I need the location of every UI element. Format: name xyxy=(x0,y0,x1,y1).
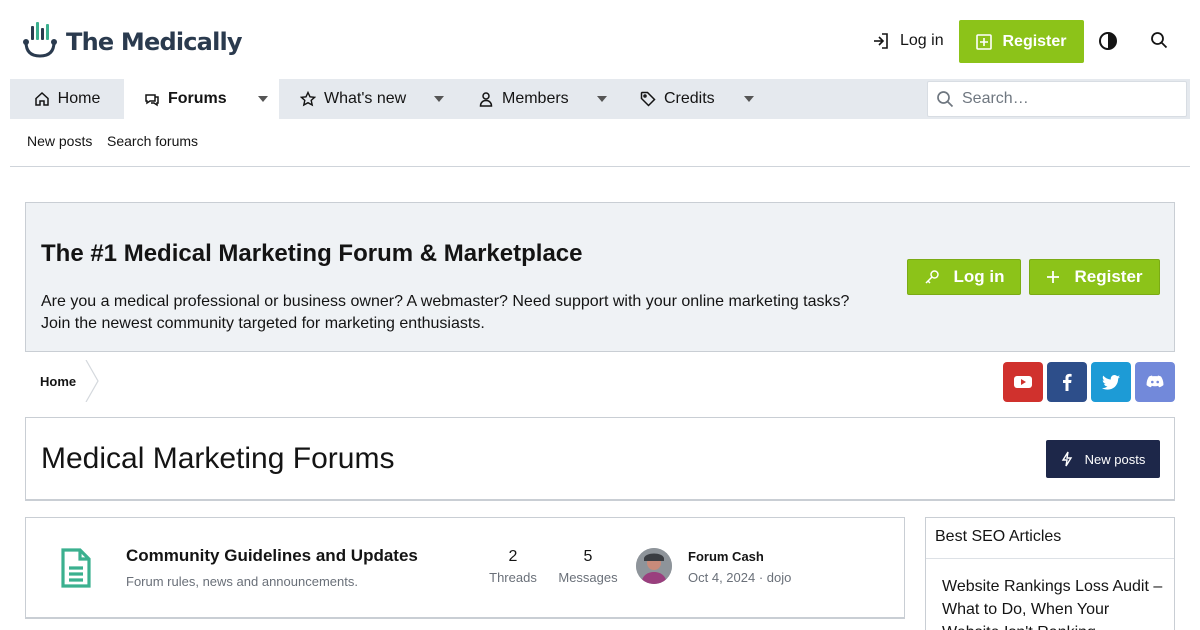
notice-text: Are you a medical professional or busine… xyxy=(41,293,850,332)
logo-stethoscope-icon xyxy=(23,22,57,58)
plus-icon xyxy=(1047,271,1060,283)
tag-icon xyxy=(640,91,656,107)
breadcrumb-home-link[interactable]: Home xyxy=(40,374,76,389)
login-icon xyxy=(874,33,888,49)
breadcrumb-chevron-icon xyxy=(85,360,99,402)
key-icon xyxy=(924,270,939,284)
nav-item-credits[interactable]: Credits xyxy=(640,79,715,119)
nav-search-box[interactable] xyxy=(927,81,1187,117)
caret-down-icon xyxy=(258,96,268,102)
youtube-icon xyxy=(1014,376,1032,388)
messages-stat: 5 Messages xyxy=(553,548,623,585)
main-nav: Home Forums What's new Members Credits xyxy=(10,79,1190,119)
sidebar-article-link[interactable]: Website Rankings Loss Audit – What to Do… xyxy=(942,575,1167,630)
page-title-block: Medical Marketing Forums New posts xyxy=(25,417,1175,501)
messages-label: Messages xyxy=(558,570,618,585)
header-login-link[interactable]: Log in xyxy=(872,30,944,52)
last-post-meta: Oct 4, 2024 · dojo xyxy=(688,570,792,585)
chat-icon xyxy=(145,94,159,107)
avatar[interactable] xyxy=(636,548,672,584)
caret-down-icon xyxy=(744,96,754,102)
site-header: The Medically Log in Register xyxy=(0,0,1200,80)
user-icon xyxy=(479,92,493,107)
threads-count: 2 xyxy=(508,548,518,565)
welcome-notice: The #1 Medical Marketing Forum & Marketp… xyxy=(25,202,1175,352)
search-icon xyxy=(1151,32,1168,49)
bolt-icon xyxy=(1061,451,1072,467)
document-icon xyxy=(61,548,91,588)
youtube-button[interactable] xyxy=(1003,362,1043,402)
header-search-button[interactable] xyxy=(1150,31,1168,54)
notice-register-button[interactable]: Register xyxy=(1029,259,1160,295)
breadcrumb: Home xyxy=(25,360,99,402)
header-login-label: Log in xyxy=(900,32,944,49)
sub-nav: New posts Search forums xyxy=(10,120,1190,167)
nav-whats-new-dropdown[interactable] xyxy=(427,79,451,119)
twitter-icon xyxy=(1102,374,1120,390)
subnav-new-posts-link[interactable]: New posts xyxy=(27,133,92,149)
contrast-icon xyxy=(1099,32,1117,50)
home-icon xyxy=(34,91,49,106)
subnav-search-forums-link[interactable]: Search forums xyxy=(107,133,198,149)
messages-count: 5 xyxy=(583,548,593,565)
header-register-button[interactable]: Register xyxy=(959,20,1084,63)
new-posts-button[interactable]: New posts xyxy=(1046,440,1160,478)
nav-forums-dropdown[interactable] xyxy=(251,79,275,119)
site-logo[interactable]: The Medically xyxy=(22,22,243,62)
star-icon xyxy=(300,91,316,107)
threads-label: Threads xyxy=(489,570,537,585)
facebook-icon xyxy=(1063,373,1072,391)
last-post-title[interactable]: Forum Cash xyxy=(688,549,764,564)
nav-item-whats-new[interactable]: What's new xyxy=(300,79,406,119)
caret-down-icon xyxy=(434,96,444,102)
caret-down-icon xyxy=(597,96,607,102)
forum-node-title[interactable]: Community Guidelines and Updates xyxy=(126,546,418,566)
nav-members-dropdown[interactable] xyxy=(590,79,614,119)
facebook-button[interactable] xyxy=(1047,362,1087,402)
plus-square-icon xyxy=(976,33,993,50)
search-input[interactable] xyxy=(962,90,1162,108)
page-title: Medical Marketing Forums xyxy=(41,442,395,475)
discord-button[interactable] xyxy=(1135,362,1175,402)
theme-toggle-button[interactable] xyxy=(1098,31,1118,56)
forum-node-description: Forum rules, news and announcements. xyxy=(126,574,358,589)
threads-stat: 2 Threads xyxy=(478,548,548,585)
discord-icon xyxy=(1146,375,1164,388)
twitter-button[interactable] xyxy=(1091,362,1131,402)
sidebar-widget: Best SEO Articles Website Rankings Loss … xyxy=(925,517,1175,630)
notice-title: The #1 Medical Marketing Forum & Marketp… xyxy=(41,240,583,267)
nav-credits-dropdown[interactable] xyxy=(737,79,761,119)
notice-login-button[interactable]: Log in xyxy=(907,259,1021,295)
forum-node[interactable]: Community Guidelines and Updates Forum r… xyxy=(25,517,905,619)
avatar-image xyxy=(636,548,672,584)
header-register-label: Register xyxy=(1002,32,1067,50)
logo-text: The Medically xyxy=(66,28,243,56)
nav-item-members[interactable]: Members xyxy=(478,79,569,119)
nav-item-home[interactable]: Home xyxy=(10,79,124,119)
sidebar-heading: Best SEO Articles xyxy=(926,518,1174,559)
search-icon xyxy=(937,91,954,108)
